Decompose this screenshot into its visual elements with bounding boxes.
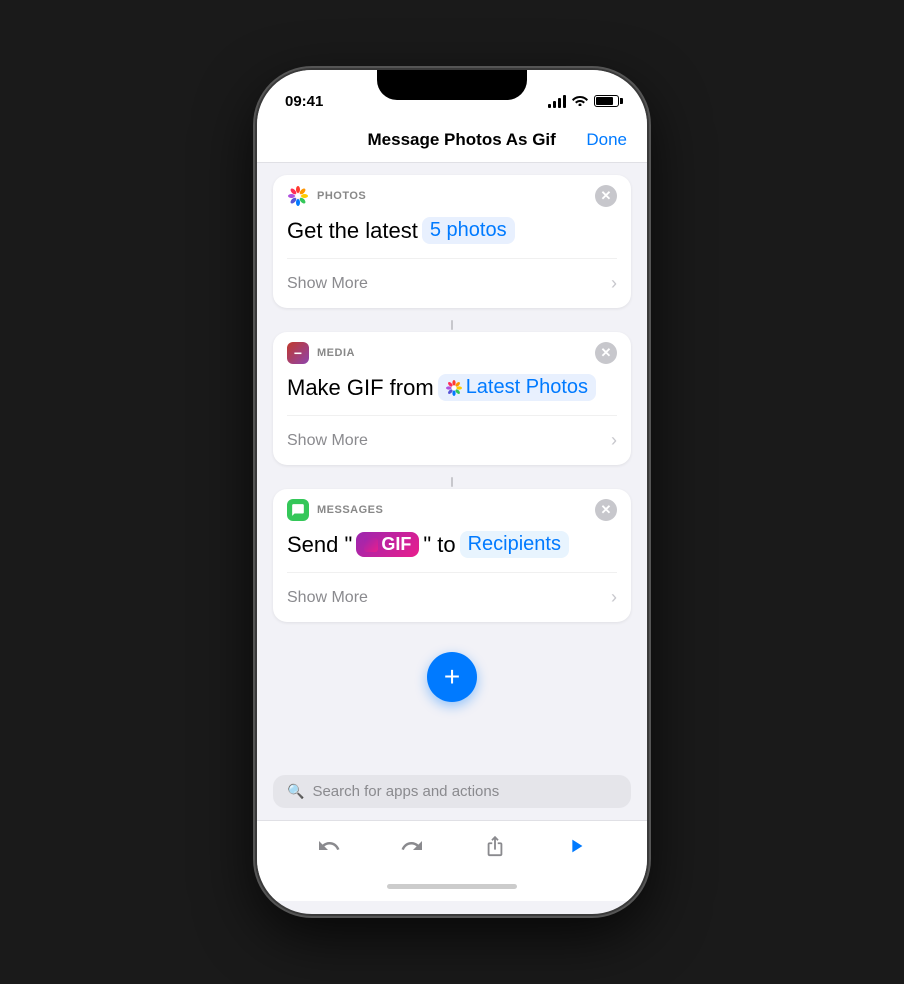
status-time: 09:41 [285,93,323,110]
home-indicator [257,876,647,901]
photos-show-more-label: Show More [287,275,368,293]
redo-button[interactable] [400,834,424,864]
search-bar[interactable]: 🔍 Search for apps and actions [273,775,631,808]
messages-card: MESSAGES ✕ Send " GIF " to Recipients Sh… [273,489,631,622]
home-bar [387,884,517,889]
messages-show-more-label: Show More [287,589,368,607]
media-show-more-button[interactable]: Show More › [273,416,631,465]
phone-frame: 09:41 Message Photos As Gif D [257,70,647,914]
photos-body-text: Get the latest [287,218,418,244]
search-placeholder: Search for apps and actions [312,783,499,800]
media-body-text: Make GIF from [287,375,434,401]
battery-icon [594,95,619,107]
photos-card-header: PHOTOS ✕ [273,175,631,217]
photos-token[interactable]: 5 photos [422,217,515,244]
signal-bar-2 [553,101,556,108]
wifi-icon [572,94,588,109]
search-icon: 🔍 [287,783,304,800]
add-button-container: + [273,632,631,722]
signal-bar-3 [558,98,561,108]
messages-body-prefix: Send " [287,532,352,558]
messages-body-suffix: " to [423,532,455,558]
photos-chevron-icon: › [611,273,617,294]
bottom-toolbar [257,820,647,876]
connector-1 [273,318,631,332]
media-card: − MEDIA ✕ Make GIF from [273,332,631,465]
connector-dot-1 [451,320,453,330]
play-button[interactable] [565,835,587,863]
media-close-button[interactable]: ✕ [595,342,617,364]
battery-fill [596,97,613,105]
photos-icon [287,185,309,207]
photos-show-more-button[interactable]: Show More › [273,259,631,308]
messages-icon [287,499,309,521]
signal-bar-1 [548,104,551,108]
signal-bar-4 [563,95,566,108]
done-button[interactable]: Done [586,130,627,150]
gif-token-text: GIF [381,534,411,555]
media-icon: − [287,342,309,364]
connector-dot-2 [451,477,453,487]
undo-button[interactable] [317,834,341,864]
main-content: PHOTOS ✕ Get the latest 5 photos Show Mo… [257,163,647,767]
share-button[interactable] [484,835,506,863]
media-chevron-icon: › [611,430,617,451]
messages-card-header: MESSAGES ✕ [273,489,631,531]
gif-token[interactable]: GIF [356,532,419,557]
media-token[interactable]: Latest Photos [438,374,596,401]
search-bar-container: 🔍 Search for apps and actions [257,767,647,820]
page-title: Message Photos As Gif [368,130,556,150]
status-icons [548,94,619,109]
notch [377,70,527,100]
recipients-token[interactable]: Recipients [460,531,569,558]
media-token-text: Latest Photos [466,376,588,399]
media-card-body: Make GIF from Latest Photos [273,374,631,415]
signal-bars-icon [548,95,566,108]
nav-bar: Message Photos As Gif Done [257,118,647,163]
messages-chevron-icon: › [611,587,617,608]
messages-show-more-button[interactable]: Show More › [273,573,631,622]
media-show-more-label: Show More [287,432,368,450]
media-card-header: − MEDIA ✕ [273,332,631,374]
messages-card-body: Send " GIF " to Recipients [273,531,631,572]
connector-2 [273,475,631,489]
photos-card: PHOTOS ✕ Get the latest 5 photos Show Mo… [273,175,631,308]
media-card-label: MEDIA [317,347,587,359]
photos-card-label: PHOTOS [317,190,587,202]
messages-close-button[interactable]: ✕ [595,499,617,521]
photos-close-button[interactable]: ✕ [595,185,617,207]
photos-card-body: Get the latest 5 photos [273,217,631,258]
messages-card-label: MESSAGES [317,504,587,516]
add-action-button[interactable]: + [427,652,477,702]
